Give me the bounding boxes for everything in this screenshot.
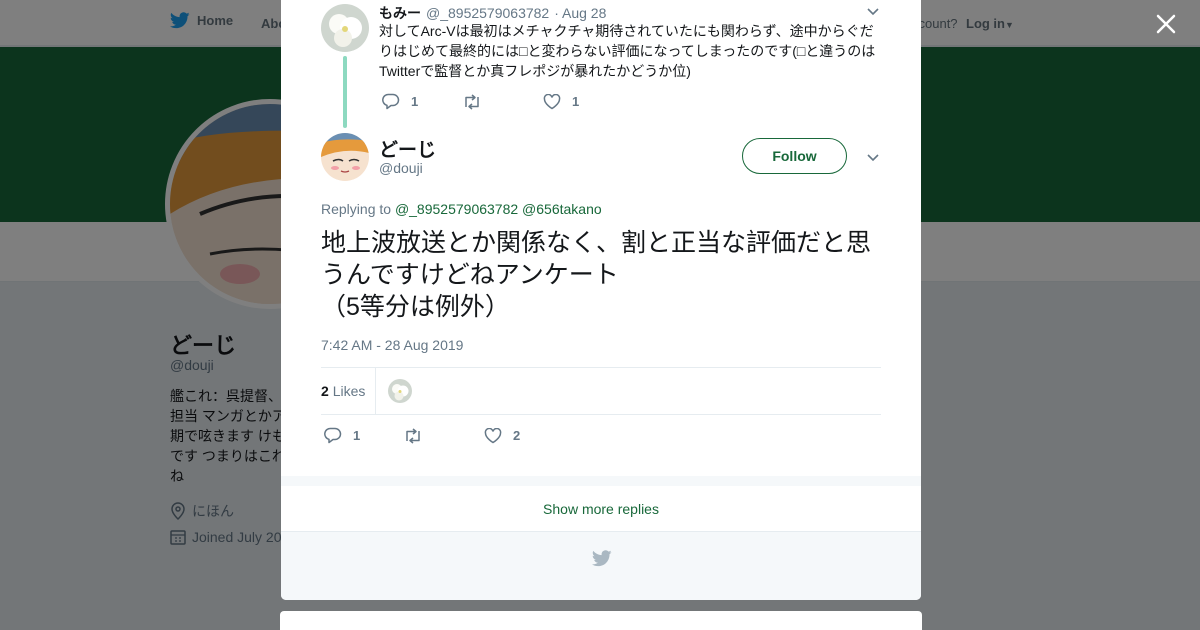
tweet-author-name[interactable]: どーじ <box>379 135 436 162</box>
next-tweet-card <box>280 611 922 630</box>
footer-twitter-bird-icon <box>591 550 612 572</box>
tweet-author-avatar[interactable] <box>321 133 369 181</box>
retweet-icon <box>406 427 420 444</box>
anime-avatar-image <box>321 133 369 181</box>
tweet-actions: 1 2 <box>324 427 564 444</box>
tweet-timestamp[interactable]: 7:42 AM - 28 Aug 2019 <box>321 337 463 353</box>
tweet-text: 地上波放送とか関係なく、割と正当な評価だと思うんですけどねアンケート （5等分は… <box>321 229 872 321</box>
tweet-like-button[interactable]: 2 <box>484 427 564 444</box>
reply-avatar[interactable] <box>321 4 369 52</box>
tweet-modal: もみー @_8952579063782 · Aug 28 対してArc-Vは最初… <box>281 0 921 600</box>
reply-author-handle[interactable]: @_8952579063782 <box>426 5 549 21</box>
reply-reply-button[interactable]: 1 <box>382 93 462 110</box>
stats-divider <box>375 368 376 414</box>
reply-header: もみー @_8952579063782 · Aug 28 <box>379 3 606 23</box>
flower-avatar-image <box>321 4 369 52</box>
close-icon <box>1156 14 1176 34</box>
liker-avatar[interactable] <box>388 379 412 403</box>
close-modal-button[interactable] <box>1152 10 1180 38</box>
likes-stat[interactable]: 2 Likes <box>321 383 365 399</box>
likes-stat-count: 2 <box>321 383 329 399</box>
tweet-reply-count: 1 <box>353 428 361 443</box>
reply-actions: 1 1 <box>382 93 623 110</box>
reply-icon <box>382 93 400 110</box>
retweet-icon <box>465 93 479 110</box>
follow-button[interactable]: Follow <box>742 138 847 174</box>
show-more-replies-button[interactable]: Show more replies <box>281 486 921 532</box>
replying-to-line: Replying to @_8952579063782 @656takano <box>321 201 602 217</box>
tweet-reply-button[interactable]: 1 <box>324 427 403 444</box>
heart-icon <box>543 93 561 109</box>
replying-to-link-1[interactable]: @_8952579063782 <box>395 201 518 217</box>
reply-like-count: 1 <box>572 94 580 109</box>
reply-retweet-button[interactable] <box>462 93 543 110</box>
reply-text: 対してArc-Vは最初はメチャクチャ期待されていたにも関わらず、途中からぐだりは… <box>379 23 876 79</box>
reply-author-name[interactable]: もみー <box>379 3 421 23</box>
tweet-like-count: 2 <box>513 428 521 443</box>
likes-stat-label: Likes <box>332 383 366 399</box>
reply-reply-count: 1 <box>411 94 419 109</box>
tweet-stats-row: 2 Likes <box>321 367 881 415</box>
reply-date[interactable]: · Aug 28 <box>554 5 606 21</box>
thread-connector <box>343 56 347 128</box>
section-separator <box>281 476 921 486</box>
tweet-more-button[interactable] <box>866 150 880 169</box>
tweet-retweet-button[interactable] <box>403 427 484 444</box>
reply-like-button[interactable]: 1 <box>543 93 623 110</box>
flower-avatar-image <box>388 379 412 403</box>
reply-icon <box>324 427 342 444</box>
chevron-down-icon <box>867 8 879 16</box>
replying-prefix: Replying to <box>321 201 392 217</box>
replying-to-link-2[interactable]: @656takano <box>522 201 602 217</box>
heart-icon <box>484 427 502 443</box>
chevron-down-icon <box>867 154 879 162</box>
tweet-author-handle[interactable]: @douji <box>379 160 423 176</box>
